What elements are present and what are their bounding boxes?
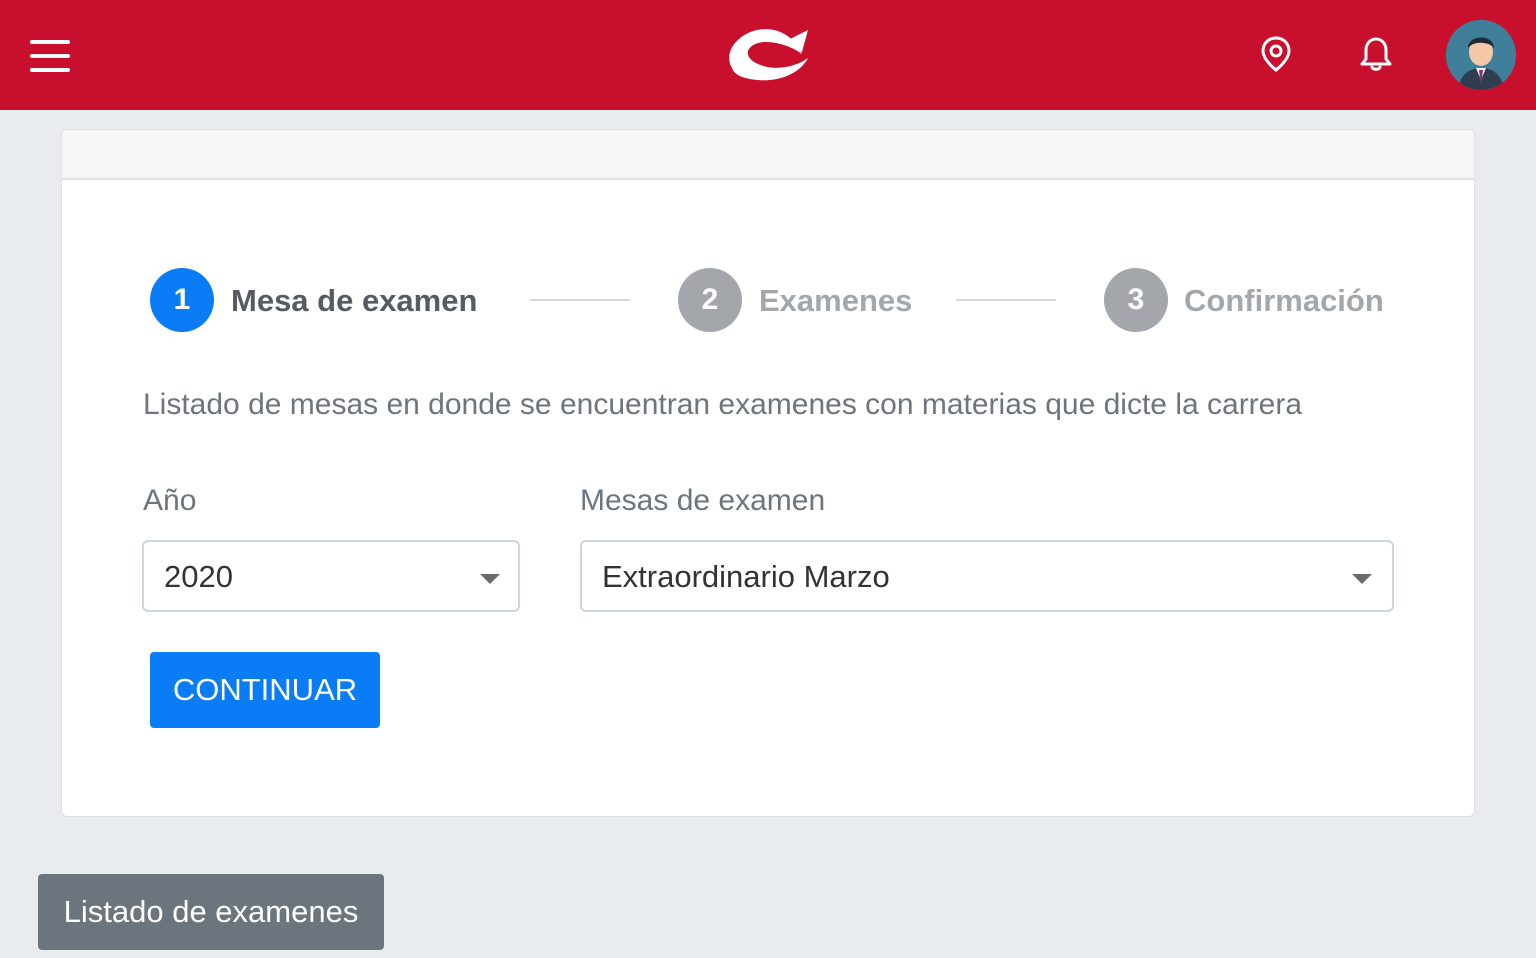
- step-2-indicator: 2: [678, 268, 742, 332]
- step-connector: [956, 299, 1056, 301]
- year-select[interactable]: 2020: [142, 540, 520, 612]
- exam-table-label: Mesas de examen: [580, 484, 826, 517]
- map-pin-icon[interactable]: [1256, 34, 1296, 74]
- top-navbar: [0, 0, 1536, 110]
- step-3-number: 3: [1127, 283, 1145, 316]
- user-avatar[interactable]: [1446, 20, 1516, 90]
- hamburger-menu-icon[interactable]: [30, 40, 70, 72]
- exam-table-select[interactable]: Extraordinario Marzo: [580, 540, 1394, 612]
- brand-logo-icon[interactable]: [718, 18, 814, 90]
- step-2-label: Examenes: [759, 283, 913, 318]
- step-1-label: Mesa de examen: [231, 283, 478, 318]
- step-2-number: 2: [701, 283, 719, 316]
- continue-button[interactable]: CONTINUAR: [150, 652, 380, 728]
- bell-icon[interactable]: [1356, 34, 1396, 74]
- chevron-down-icon: [480, 574, 500, 584]
- exam-list-button[interactable]: Listado de examenes: [38, 874, 384, 950]
- step-connector: [530, 299, 630, 301]
- form-description: Listado de mesas en donde se encuentran …: [143, 388, 1303, 421]
- user-avatar-icon: [1446, 20, 1516, 90]
- exam-table-select-value: Extraordinario Marzo: [602, 559, 890, 594]
- chevron-down-icon: [1352, 574, 1372, 584]
- card-header: [62, 130, 1474, 180]
- year-label: Año: [143, 484, 197, 517]
- year-select-value: 2020: [164, 559, 233, 594]
- step-1-indicator: 1: [150, 268, 214, 332]
- step-3-indicator: 3: [1104, 268, 1168, 332]
- step-3-label: Confirmación: [1184, 283, 1384, 318]
- step-1-number: 1: [173, 283, 191, 316]
